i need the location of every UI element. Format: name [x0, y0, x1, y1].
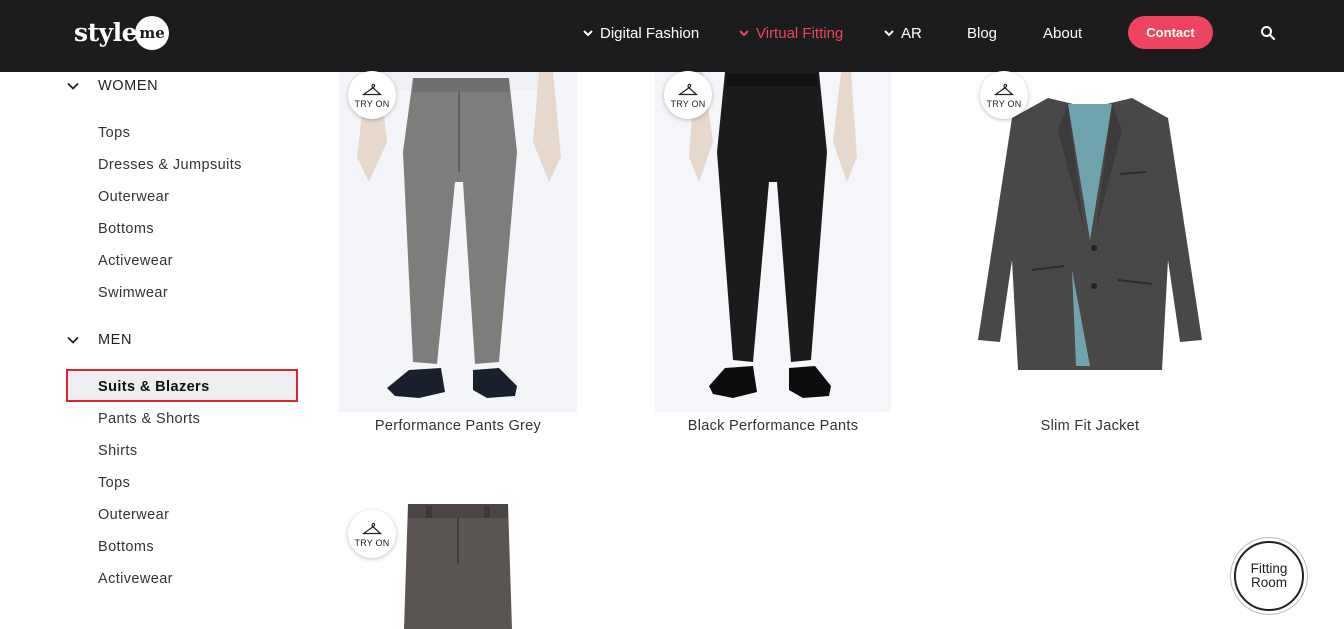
category-label: WOMEN: [98, 78, 159, 94]
fitting-room-line1: Fitting: [1250, 561, 1288, 576]
sidebar-item-men-suits-blazers[interactable]: Suits & Blazers: [98, 379, 210, 395]
chevron-down-icon: [738, 27, 750, 39]
nav-label: Blog: [967, 24, 998, 42]
product-image-slim-fit-jacket[interactable]: [972, 90, 1208, 380]
sidebar-item-men-outerwear[interactable]: Outerwear: [98, 507, 169, 523]
chevron-down-icon: [66, 333, 80, 347]
chevron-down-icon: [883, 27, 895, 39]
try-on-button[interactable]: TRY ON: [980, 71, 1028, 119]
sidebar-item-men-bottoms[interactable]: Bottoms: [98, 539, 154, 555]
hanger-icon: [994, 83, 1014, 96]
top-navigation-bar: style me Digital Fashion Virtual Fitting…: [0, 0, 1344, 72]
nav-digital-fashion[interactable]: Digital Fashion: [582, 23, 699, 43]
logo-text: style: [74, 17, 138, 47]
fitting-room-line2: Room: [1250, 575, 1287, 590]
sidebar-item-women-bottoms[interactable]: Bottoms: [98, 221, 154, 237]
sidebar-item-men-pants-shorts[interactable]: Pants & Shorts: [98, 411, 200, 427]
hanger-icon: [362, 83, 382, 96]
nav-ar[interactable]: AR: [883, 23, 922, 43]
nav-label: Digital Fashion: [600, 24, 700, 42]
nav-label: About: [1043, 24, 1083, 42]
logo-badge: me: [135, 15, 170, 50]
sidebar-item-women-dresses[interactable]: Dresses & Jumpsuits: [98, 157, 242, 173]
contact-button[interactable]: Contact: [1128, 16, 1213, 49]
nav-blog[interactable]: Blog: [967, 23, 997, 43]
product-name[interactable]: Slim Fit Jacket: [972, 418, 1208, 434]
hanger-icon: [362, 522, 382, 535]
fitting-room-button[interactable]: Fitting Room: [1234, 541, 1304, 611]
try-on-label: TRY ON: [354, 99, 390, 109]
category-women[interactable]: WOMEN: [66, 75, 158, 97]
sidebar-item-women-tops[interactable]: Tops: [98, 125, 130, 141]
product-name[interactable]: Performance Pants Grey: [339, 418, 577, 434]
nav-label: AR: [901, 24, 922, 42]
product-name[interactable]: Black Performance Pants: [655, 418, 891, 434]
category-sidebar: [0, 72, 320, 629]
nav-about[interactable]: About: [1043, 23, 1082, 43]
nav-virtual-fitting[interactable]: Virtual Fitting: [738, 23, 843, 43]
category-men[interactable]: MEN: [66, 329, 132, 351]
sidebar-item-men-activewear[interactable]: Activewear: [98, 571, 173, 587]
chevron-down-icon: [66, 79, 80, 93]
try-on-button[interactable]: TRY ON: [664, 71, 712, 119]
product-image-performance-pants-grey[interactable]: [339, 72, 577, 412]
product-image-trousers[interactable]: [404, 504, 512, 629]
nav-label: Virtual Fitting: [756, 24, 844, 42]
sidebar-item-men-shirts[interactable]: Shirts: [98, 443, 137, 459]
category-label: MEN: [98, 332, 133, 348]
styleme-logo[interactable]: style me: [74, 14, 170, 50]
try-on-label: TRY ON: [986, 99, 1022, 109]
sidebar-item-women-swimwear[interactable]: Swimwear: [98, 285, 168, 301]
product-image-black-performance-pants[interactable]: [655, 72, 891, 412]
try-on-label: TRY ON: [354, 538, 390, 548]
try-on-label: TRY ON: [670, 99, 706, 109]
search-icon[interactable]: [1260, 25, 1276, 41]
sidebar-item-women-outerwear[interactable]: Outerwear: [98, 189, 169, 205]
try-on-button[interactable]: TRY ON: [348, 510, 396, 558]
sidebar-item-men-tops[interactable]: Tops: [98, 475, 130, 491]
sidebar-item-women-activewear[interactable]: Activewear: [98, 253, 173, 269]
hanger-icon: [678, 83, 698, 96]
try-on-button[interactable]: TRY ON: [348, 71, 396, 119]
chevron-down-icon: [582, 27, 594, 39]
